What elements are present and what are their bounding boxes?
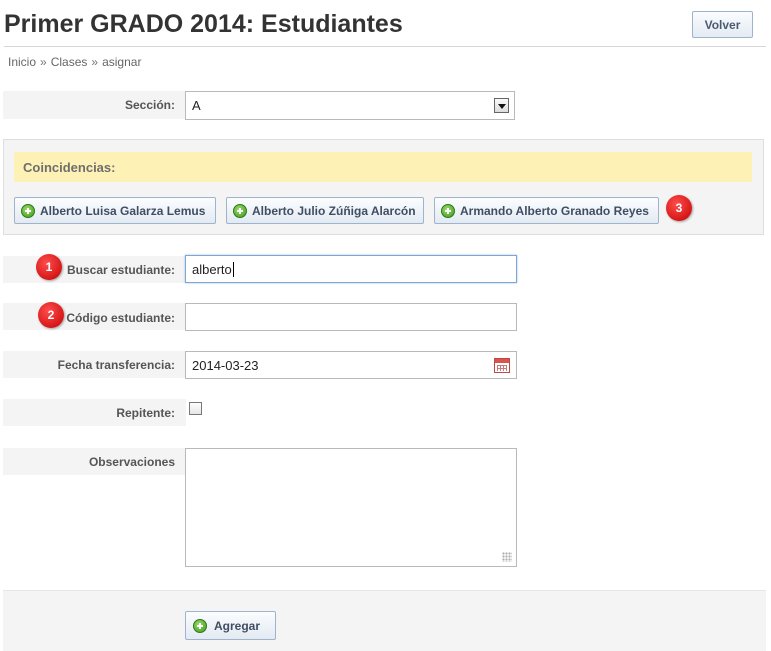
annotation-badge-3: 3 — [666, 195, 692, 221]
plus-icon — [233, 203, 247, 218]
page-title: Primer GRADO 2014: Estudiantes — [4, 10, 403, 38]
agregar-button[interactable]: Agregar — [185, 611, 276, 640]
match-label: Alberto Julio Zúñiga Alarcón — [252, 203, 416, 218]
match-button[interactable]: Alberto Julio Zúñiga Alarcón — [226, 197, 424, 224]
breadcrumb: Inicio» Clases» asignar — [8, 55, 141, 69]
text-cursor — [232, 261, 234, 277]
coincidencias-title: Coincidencias: — [14, 152, 752, 182]
plus-icon — [441, 203, 455, 218]
fecha-value: 2014-03-23 — [192, 357, 259, 373]
buscar-label: Buscar estudiante: — [66, 263, 175, 277]
plus-icon — [21, 203, 35, 218]
breadcrumb-current: asignar — [102, 55, 142, 69]
fecha-transferencia-input[interactable]: 2014-03-23 — [185, 351, 517, 379]
match-button[interactable]: Armando Alberto Granado Reyes — [434, 197, 659, 224]
observaciones-label: Observaciones — [88, 455, 175, 469]
chevron-down-icon[interactable] — [494, 98, 509, 113]
match-button[interactable]: Alberto Luisa Galarza Lemus — [14, 197, 216, 224]
repitente-checkbox[interactable] — [189, 402, 202, 415]
plus-icon — [193, 618, 207, 633]
match-label: Armando Alberto Granado Reyes — [460, 203, 649, 218]
breadcrumb-inicio[interactable]: Inicio — [8, 55, 36, 69]
breadcrumb-clases[interactable]: Clases — [51, 55, 88, 69]
breadcrumb-separator: » — [91, 55, 99, 69]
observaciones-textarea[interactable] — [185, 448, 517, 567]
breadcrumb-separator: » — [40, 55, 47, 69]
seccion-select[interactable]: A — [185, 91, 515, 120]
calendar-icon[interactable] — [494, 358, 510, 373]
buscar-value: alberto — [192, 261, 232, 277]
form-actions — [3, 590, 766, 651]
repitente-label: Repitente: — [116, 406, 175, 420]
agregar-label: Agregar — [214, 618, 261, 633]
seccion-selected-value: A — [192, 98, 201, 113]
seccion-label: Sección: — [124, 98, 175, 112]
match-label: Alberto Luisa Galarza Lemus — [40, 203, 206, 218]
resize-grip-icon[interactable] — [502, 552, 512, 562]
codigo-label: Código estudiante: — [66, 311, 175, 325]
back-button[interactable]: Volver — [692, 11, 753, 38]
buscar-estudiante-input[interactable]: alberto — [185, 255, 517, 283]
codigo-estudiante-input[interactable] — [185, 303, 517, 331]
fecha-label: Fecha transferencia: — [57, 358, 175, 372]
title-divider — [4, 46, 766, 47]
